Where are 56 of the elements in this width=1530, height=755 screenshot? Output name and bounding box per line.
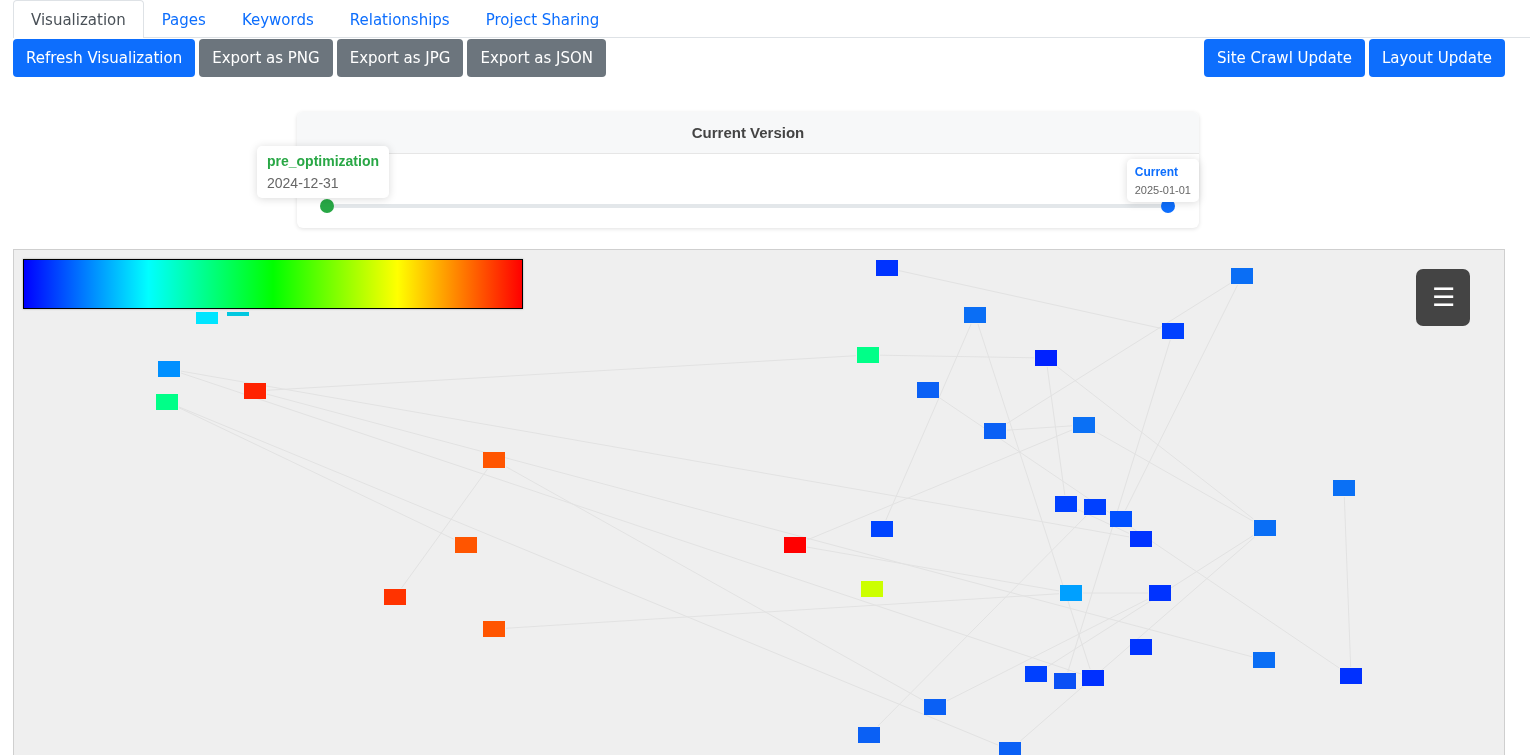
- graph-node[interactable]: [384, 589, 406, 605]
- graph-node[interactable]: [196, 312, 218, 324]
- tab[interactable]: Relationships: [331, 0, 468, 38]
- graph-node[interactable]: [784, 537, 806, 553]
- graph-node[interactable]: [1149, 585, 1171, 601]
- graph-node[interactable]: [917, 382, 939, 398]
- graph-node[interactable]: [1340, 668, 1362, 684]
- graph-node[interactable]: [876, 260, 898, 276]
- version-name: Current: [1134, 165, 1180, 179]
- version-handle[interactable]: [320, 199, 334, 213]
- graph-node[interactable]: [964, 307, 986, 323]
- toolbar-button[interactable]: Site Crawl Update: [1203, 39, 1365, 77]
- graph-node[interactable]: [1162, 323, 1184, 339]
- graph-node[interactable]: [999, 742, 1021, 755]
- graph-node[interactable]: [483, 621, 505, 637]
- version-date: 2024-12-31: [267, 175, 340, 191]
- graph-node[interactable]: [857, 347, 879, 363]
- tab[interactable]: Keywords: [223, 0, 332, 38]
- graph-node[interactable]: [1254, 520, 1276, 536]
- graph-node[interactable]: [1054, 673, 1076, 689]
- graph-node[interactable]: [1253, 652, 1275, 668]
- toolbar-button[interactable]: Refresh Visualization: [13, 39, 196, 77]
- toolbar-button[interactable]: Layout Update: [1368, 39, 1505, 77]
- toolbar-button[interactable]: Export as JSON: [467, 39, 607, 77]
- tab[interactable]: Visualization: [13, 0, 144, 38]
- graph-node[interactable]: [871, 521, 893, 537]
- menu-button[interactable]: ☰: [1416, 269, 1470, 326]
- graph-node[interactable]: [1055, 496, 1077, 512]
- graph-node[interactable]: [1082, 670, 1104, 686]
- toolbar-button[interactable]: Export as JPG: [336, 39, 464, 77]
- graph-node[interactable]: [1084, 499, 1106, 515]
- graph-node[interactable]: [1333, 480, 1355, 496]
- tab[interactable]: Project Sharing: [467, 0, 618, 38]
- graph-node[interactable]: [483, 452, 505, 468]
- tab[interactable]: Pages: [143, 0, 224, 38]
- graph-node[interactable]: [858, 727, 880, 743]
- graph-node[interactable]: [1231, 268, 1253, 284]
- version-title: Current Version: [297, 112, 1199, 154]
- graph-node[interactable]: [1025, 666, 1047, 682]
- graph-node[interactable]: [158, 361, 180, 377]
- graph-node[interactable]: [1130, 531, 1152, 547]
- graph-node[interactable]: [1060, 585, 1082, 601]
- graph-node[interactable]: [227, 312, 249, 316]
- graph-node[interactable]: [984, 423, 1006, 439]
- graph-node[interactable]: [861, 581, 883, 597]
- graph-node[interactable]: [1110, 511, 1132, 527]
- graph-node[interactable]: [455, 537, 477, 553]
- graph-node[interactable]: [924, 699, 946, 715]
- graph-node[interactable]: [1035, 350, 1057, 366]
- version-name: pre_optimization: [267, 153, 379, 169]
- version-date: 2025-01-01: [1134, 184, 1191, 196]
- graph-node[interactable]: [156, 394, 178, 410]
- toolbar-button[interactable]: Export as PNG: [199, 39, 333, 77]
- graph-node[interactable]: [1130, 639, 1152, 655]
- graph-node[interactable]: [244, 383, 266, 399]
- graph-node[interactable]: [1073, 417, 1095, 433]
